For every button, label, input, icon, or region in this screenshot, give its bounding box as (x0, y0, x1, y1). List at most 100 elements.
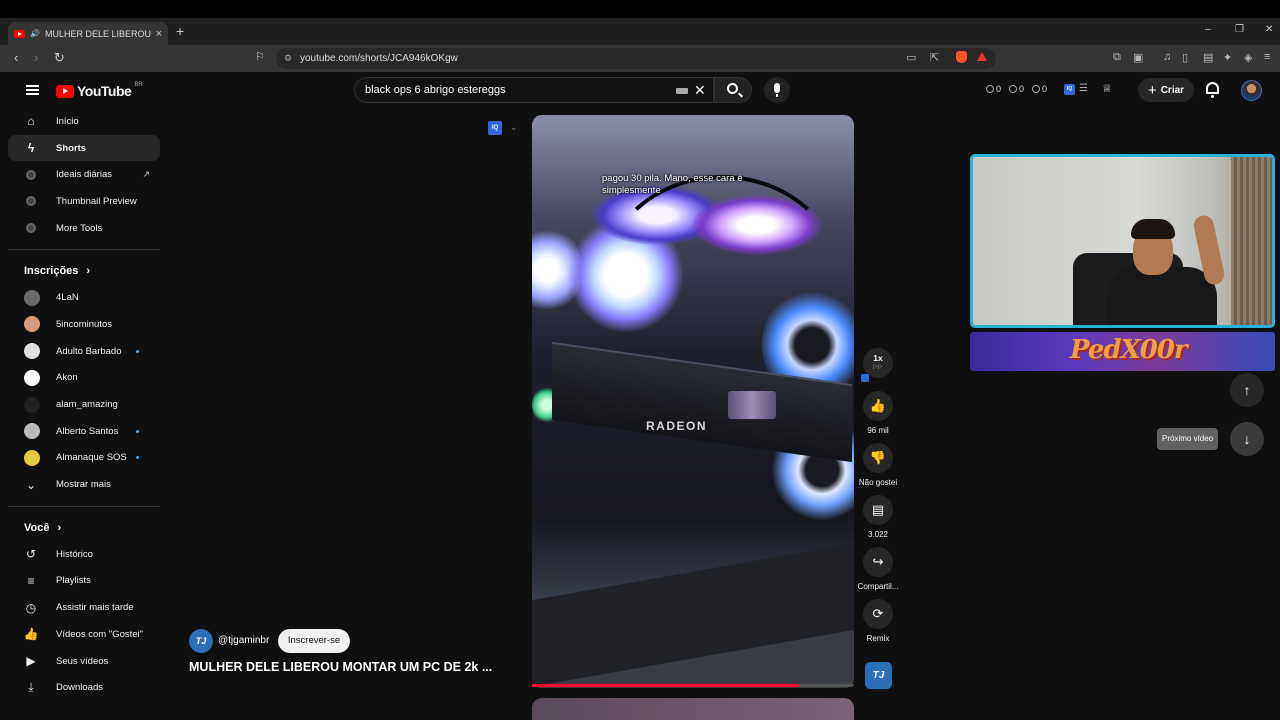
sidebar-subscription-item[interactable]: 5incominutos (8, 311, 160, 338)
queue-list-icon[interactable]: ☰ (1079, 83, 1088, 94)
webcam-background-wall (1231, 157, 1272, 325)
reload-icon[interactable]: ↻ (54, 50, 65, 66)
iq-extension-icon[interactable]: IQ (488, 121, 502, 135)
address-bar[interactable]: ⚙ youtube.com/shorts/JCA946kOKgw (276, 48, 996, 69)
comments-button[interactable]: ▤ 3.022 (857, 495, 899, 539)
next-short-preview[interactable] (532, 698, 854, 720)
sidebar-item-shorts[interactable]: ϟ Shorts (8, 134, 160, 162)
notifications-bell-icon[interactable] (1206, 82, 1219, 98)
tab-search-icon[interactable]: ▣ (1133, 51, 1143, 64)
video-progress-bar[interactable] (532, 684, 854, 687)
sidebar-item-thumbnail-preview[interactable]: Thumbnail Preview (8, 188, 160, 215)
counter-watched[interactable]: 0 (1032, 84, 1047, 94)
short-title[interactable]: MULHER DELE LIBEROU MONTAR UM PC DE 2k .… (189, 660, 492, 674)
share-button[interactable]: ↪ Compartil... (857, 547, 899, 591)
share-label: Compartil... (857, 582, 899, 591)
cast-icon[interactable]: ▭ (906, 51, 916, 64)
sidebar-subscription-item[interactable]: Akon (8, 365, 160, 392)
browser-tab-active[interactable]: 🔊 MULHER DELE LIBEROU MON × (8, 22, 168, 45)
chevron-down-icon: ⌄ (25, 477, 37, 492)
next-short-button[interactable]: ↓ (1230, 422, 1264, 456)
sidebar-item-ideais-diarias[interactable]: Ideais diárias ↗ (8, 161, 160, 188)
clear-search-icon[interactable]: ✕ (694, 82, 706, 99)
sidebar-subscription-item[interactable]: 4LaN (8, 284, 160, 311)
media-icon[interactable]: ♫ (1163, 51, 1171, 63)
sidebar-item-playlists[interactable]: ≡ Playlists (8, 568, 160, 595)
sidebar-item-historico[interactable]: ↺ Histórico (8, 541, 160, 568)
like-count: 96 mil (867, 426, 889, 435)
youtube-logo[interactable]: YouTube BR (56, 82, 143, 99)
remix-icon: ⟳ (863, 599, 893, 629)
channel-avatar[interactable]: TJ (189, 629, 213, 653)
sidebar-item-seus-videos[interactable]: ▶ Seus vídeos (8, 648, 160, 675)
sidebar-subscription-item[interactable]: Adulto Barbado (8, 338, 160, 365)
channel-handle[interactable]: @tjgaminbr (218, 635, 269, 646)
sidebar-item-inicio[interactable]: ⌂ Início (8, 108, 160, 135)
iq-extension-icon[interactable]: IQ (1064, 84, 1075, 95)
forward-icon[interactable]: › (34, 50, 38, 65)
tab-close-icon[interactable]: × (156, 28, 162, 40)
sidebar-toggle-icon[interactable]: ▯ (1182, 51, 1188, 64)
youtube-app: YouTube BR black ops 6 abrigo estereggs … (0, 72, 1280, 720)
create-button[interactable]: + Criar (1138, 78, 1194, 102)
site-info-icon[interactable]: ⚙ (284, 48, 292, 69)
leo-ai-icon[interactable]: ✦ (1223, 51, 1232, 64)
account-avatar[interactable] (1241, 80, 1262, 101)
speaker-icon[interactable]: 🔊 (30, 29, 40, 38)
iq-mini-icon[interactable] (861, 374, 869, 382)
playlists-icon: ≡ (27, 573, 35, 588)
brave-rewards-icon[interactable] (977, 52, 987, 61)
search-button[interactable] (714, 77, 752, 103)
vpn-icon[interactable]: ◈ (1244, 51, 1252, 64)
show-more-button[interactable]: ⌄ Mostrar mais (8, 471, 160, 498)
channel-avatar (24, 343, 40, 360)
sidebar-item-videos-gostei[interactable]: 👍 Vídeos com "Gostei" (8, 621, 160, 648)
subscriptions-heading[interactable]: Inscrições › (8, 258, 160, 284)
sidebar-subscription-item[interactable]: alam_amazing (8, 391, 160, 418)
fast-forward-icon: ▷▷ (873, 364, 883, 370)
sidebar-item-assistir-mais-tarde[interactable]: ◷ Assistir mais tarde (8, 594, 160, 621)
sidebar-item-more-tools[interactable]: More Tools (8, 215, 160, 242)
maximize-window-button[interactable]: ❐ (1235, 24, 1244, 35)
sound-channel-avatar[interactable]: TJ (865, 662, 892, 689)
dislike-button[interactable]: 👎 Não gostei (857, 443, 899, 487)
like-button[interactable]: 👍 96 mil (857, 391, 899, 435)
sidebar-divider (8, 249, 160, 251)
share-page-icon[interactable]: ⇱ (930, 51, 939, 64)
sidebar-subscription-item[interactable]: Alberto Santos (8, 418, 160, 445)
extensions-icon[interactable]: ⧉ (1113, 51, 1121, 64)
you-heading[interactable]: Você › (8, 515, 160, 541)
eye-check-icon (1032, 85, 1041, 93)
youtube-favicon-icon (14, 29, 25, 38)
counter-clock[interactable]: 0 (986, 84, 1001, 94)
keyboard-icon[interactable] (676, 88, 688, 94)
search-input[interactable]: black ops 6 abrigo estereggs (354, 77, 714, 103)
trophy-icon[interactable]: ♕ (1102, 82, 1112, 95)
browser-menu-icon[interactable]: ≡ (1264, 51, 1270, 63)
speed-value: 1x (873, 353, 883, 363)
brave-shields-icon[interactable] (956, 51, 967, 63)
minimize-window-button[interactable]: – (1205, 24, 1211, 35)
remix-button[interactable]: ⟳ Remix (857, 599, 899, 643)
comment-icon: ▤ (863, 495, 893, 525)
chevron-down-icon[interactable]: ⌄ (510, 122, 518, 133)
close-window-button[interactable]: ✕ (1265, 24, 1273, 35)
chevron-right-icon: › (86, 265, 91, 278)
create-label: Criar (1160, 84, 1185, 96)
address-url: youtube.com/shorts/JCA946kOKgw (300, 53, 458, 64)
previous-short-button[interactable]: ↑ (1230, 373, 1264, 407)
back-icon[interactable]: ‹ (14, 50, 18, 65)
download-icon: ⤓ (28, 680, 34, 695)
wallet-icon[interactable]: ▤ (1203, 51, 1213, 64)
new-tab-button[interactable]: + (176, 23, 184, 39)
sidebar-subscription-item[interactable]: Almanaque SOS (8, 445, 160, 472)
home-icon: ⌂ (27, 114, 35, 129)
subscribe-button[interactable]: Inscrever-se (278, 629, 350, 653)
short-video-player[interactable]: RADEON pagou 30 pila. Mano, esse cara é … (532, 115, 854, 688)
sidebar-item-downloads[interactable]: ⤓ Downloads (8, 674, 160, 701)
webcam-person-body (1107, 267, 1217, 325)
voice-search-button[interactable] (764, 77, 790, 103)
guide-menu-icon[interactable] (26, 85, 39, 95)
bookmark-icon[interactable]: ⚐ (255, 50, 265, 63)
counter-views[interactable]: 0 (1009, 84, 1024, 94)
